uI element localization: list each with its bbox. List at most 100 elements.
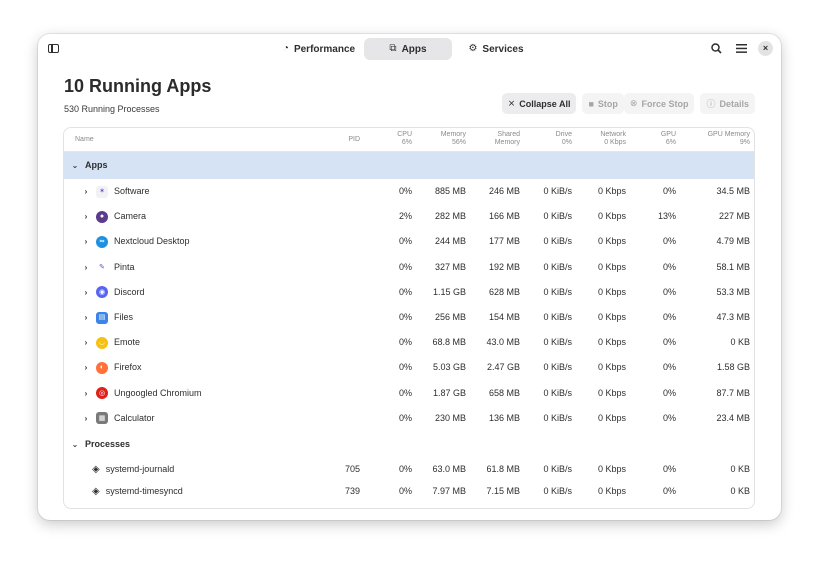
app-icon: ✶: [96, 185, 108, 198]
shared-memory-cell: 246 MB: [488, 186, 520, 196]
table-row[interactable]: › ∞ Nextcloud Desktop 0% 244 MB 177 MB 0 KiB/s…: [64, 229, 754, 254]
close-icon[interactable]: ×: [758, 40, 773, 56]
table-row[interactable]: › ✎ Pinta 0% 327 MB 192 MB 0 KiB/s 0 Kbps 0% 58.1…: [64, 255, 754, 280]
column-header-cpu[interactable]: CPU 6%: [374, 131, 412, 147]
column-header-drive[interactable]: Drive 0%: [524, 131, 572, 147]
chevron-right-icon[interactable]: ›: [82, 255, 90, 280]
drive-cell: 0 KiB/s: [543, 261, 572, 272]
column-header-gpu-memory[interactable]: GPU Memory 9%: [682, 131, 750, 147]
tab-performance[interactable]: ◔ Performance: [274, 38, 364, 60]
gpu-cell: 0%: [662, 186, 676, 196]
chevron-down-icon[interactable]: ⌄: [71, 432, 79, 457]
menu-icon[interactable]: [733, 40, 749, 56]
table-row[interactable]: › ▤ Files 0% 256 MB 154 MB 0 KiB/s 0 Kbps 0% 47.3…: [64, 305, 754, 330]
header-bar: ◔ Performance ⧉ Apps ⚙ Services ×: [38, 34, 781, 64]
drive-cell: 0 KiB/s: [543, 412, 572, 423]
table-row[interactable]: › ◐ Firefox 0% 5.03 GB 2.47 GB 0 KiB/s 0 Kbps 0%…: [64, 355, 754, 380]
cpu-cell: 0%: [398, 261, 412, 272]
view-switcher: ◔ Performance ⧉ Apps ⚙ Services: [274, 38, 540, 60]
app-name: Pinta: [114, 261, 135, 272]
pid-cell: 739: [344, 486, 360, 496]
column-header-pid[interactable]: PID: [324, 136, 360, 144]
tab-label: Services: [482, 43, 524, 55]
column-label: Network: [600, 131, 626, 138]
force-stop-button[interactable]: ⊗ Force Stop: [623, 93, 695, 114]
table-row[interactable]: › ◉ Discord 0% 1.15 GB 628 MB 0 KiB/s 0 Kbps 0% 5…: [64, 280, 754, 305]
gpu-cell: 0%: [662, 236, 676, 247]
group-row-processes[interactable]: ⌄ Processes: [64, 432, 754, 457]
chevron-right-icon[interactable]: ›: [82, 280, 90, 305]
gpu-memory-cell: 58.1 MB: [716, 261, 750, 272]
column-header-network[interactable]: Network 0 Kbps: [576, 131, 626, 147]
network-cell: 0 Kbps: [597, 286, 626, 297]
network-cell: 0 Kbps: [597, 312, 626, 322]
tab-label: Performance: [293, 43, 356, 55]
gpu-memory-cell: 47.3 MB: [716, 312, 750, 322]
page-subtitle: 530 Running Processes: [64, 104, 160, 114]
gpu-cell: 0%: [662, 412, 676, 423]
chevron-right-icon[interactable]: ›: [82, 406, 90, 431]
column-header-memory[interactable]: Memory 56%: [416, 131, 466, 147]
group-row-apps[interactable]: ⌄ Apps: [64, 152, 754, 179]
gpu-memory-cell: 34.5 MB: [716, 186, 750, 196]
details-button[interactable]: ⓘ Details: [700, 93, 755, 114]
group-name: ⌄ Processes: [71, 432, 130, 457]
app-icon: ▦: [96, 412, 108, 425]
tab-apps[interactable]: ⧉ Apps: [364, 38, 452, 60]
collapse-icon: ⨯: [507, 98, 516, 108]
table-row[interactable]: › ● Camera 2% 282 MB 166 MB 0 KiB/s 0 Kbps 13% 22…: [64, 204, 754, 229]
search-icon[interactable]: [708, 40, 724, 56]
drive-cell: 0 KiB/s: [543, 486, 572, 496]
app-icon: ◐: [96, 361, 108, 374]
tab-services[interactable]: ⚙ Services: [452, 38, 540, 60]
stop-icon: ■: [588, 98, 594, 109]
network-cell: 0 Kbps: [597, 186, 626, 196]
column-label: GPU: [660, 131, 676, 138]
button-label: Collapse All: [519, 98, 571, 109]
gpu-cell: 13%: [657, 211, 676, 222]
cpu-cell: 0%: [398, 312, 412, 322]
app-name: Files: [114, 312, 134, 322]
gpu-cell: 0%: [662, 337, 676, 348]
column-header-gpu[interactable]: GPU 6%: [634, 131, 676, 147]
cpu-cell: 0%: [398, 486, 412, 496]
app-name: Nextcloud Desktop: [114, 236, 190, 247]
app-icon: ◎: [96, 387, 108, 400]
table-row[interactable]: ◈ systemd-timesyncd 739 0% 7.97 MB 7.15 MB 0 K…: [64, 479, 754, 504]
gpu-cell: 0%: [662, 387, 676, 398]
table-row[interactable]: › ✶ Software 0% 885 MB 246 MB 0 KiB/s 0 Kbps 0% 3…: [64, 179, 754, 204]
memory-cell: 1.87 GB: [432, 387, 466, 398]
chevron-right-icon[interactable]: ›: [82, 381, 90, 406]
chevron-right-icon[interactable]: ›: [82, 229, 90, 254]
table-row[interactable]: › ▦ Calculator 0% 230 MB 136 MB 0 KiB/s 0 Kbps 0…: [64, 406, 754, 431]
chevron-down-icon[interactable]: ⌄: [71, 152, 79, 179]
table-row[interactable]: › ◎ Ungoogled Chromium 0% 1.87 GB 658 MB 0 KiB…: [64, 381, 754, 406]
chevron-right-icon[interactable]: ›: [82, 355, 90, 380]
cpu-cell: 0%: [398, 362, 412, 373]
column-label: CPU: [397, 131, 412, 138]
stop-button[interactable]: ■ Stop: [582, 93, 624, 114]
app-icon: ▤: [96, 311, 108, 324]
drive-cell: 0 KiB/s: [543, 387, 572, 398]
column-total: 6%: [665, 139, 676, 146]
gpu-memory-cell: 227 MB: [718, 211, 750, 222]
cpu-cell: 0%: [398, 412, 412, 423]
gpu-cell: 0%: [662, 312, 676, 322]
row-name: › ∞ Nextcloud Desktop: [82, 229, 190, 254]
shared-memory-cell: 154 MB: [488, 312, 520, 322]
table-row[interactable]: › ◡ Emote 0% 68.8 MB 43.0 MB 0 KiB/s 0 Kbps 0% 0 …: [64, 330, 754, 355]
chevron-right-icon[interactable]: ›: [82, 330, 90, 355]
cpu-cell: 2%: [398, 211, 412, 222]
shared-memory-cell: 2.47 GB: [486, 362, 520, 373]
drive-cell: 0 KiB/s: [543, 312, 572, 322]
chevron-right-icon[interactable]: ›: [82, 179, 90, 204]
column-header-name[interactable]: Name: [75, 136, 94, 144]
collapse-all-button[interactable]: ⨯ Collapse All: [501, 93, 577, 114]
app-name: Discord: [114, 286, 145, 297]
chevron-right-icon[interactable]: ›: [82, 204, 90, 229]
column-label: Shared: [497, 131, 520, 138]
sidebar-toggle-icon[interactable]: [48, 44, 59, 53]
column-header-shared-memory[interactable]: Shared Memory: [470, 131, 520, 147]
chevron-right-icon[interactable]: ›: [82, 305, 90, 330]
app-icon: ◡: [96, 336, 108, 349]
